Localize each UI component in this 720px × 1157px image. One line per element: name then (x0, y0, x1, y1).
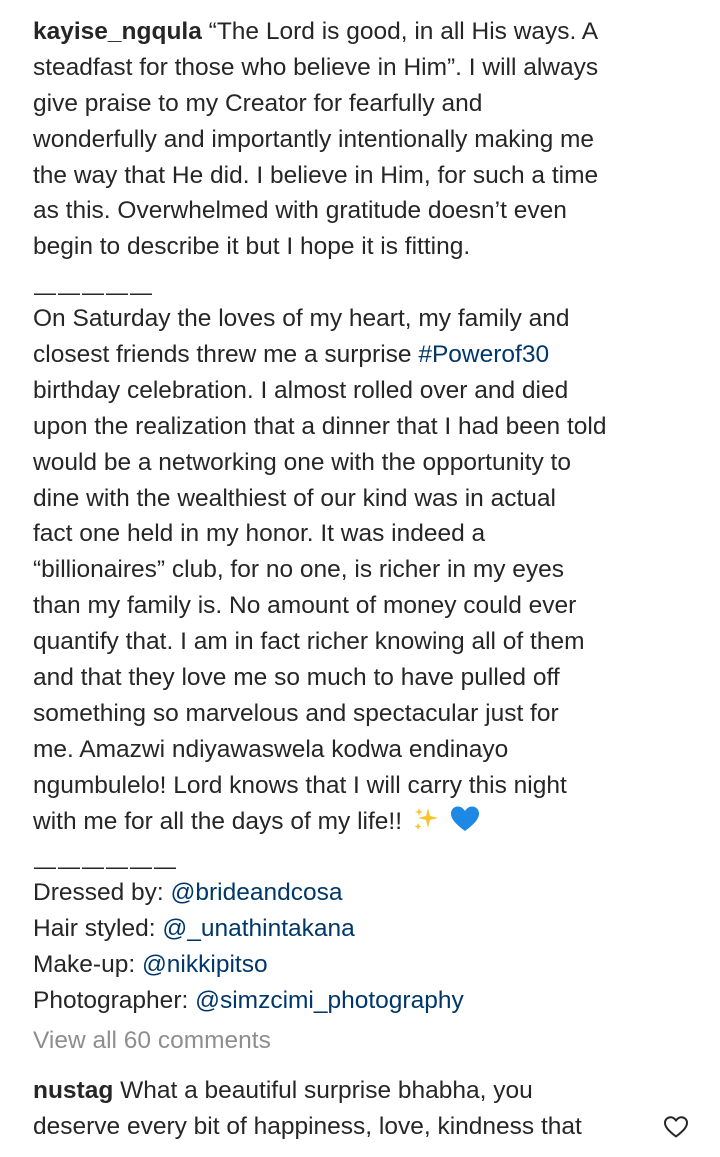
comment-line: nustag What a beautiful surprise bhabha,… (33, 1073, 673, 1109)
divider-dashes: ————— (34, 280, 154, 306)
caption-line: birthday celebration. I almost rolled ov… (33, 376, 569, 404)
credit-line: Hair styled: @_unathintakana (33, 911, 701, 947)
caption-line: something so marvelous and spectacular j… (33, 699, 559, 727)
caption-line: closest friends threw me a surprise #Pow… (33, 337, 701, 373)
comment-item: nustag What a beautiful surprise bhabha,… (33, 1073, 673, 1145)
caption-line: begin to describe it but I hope it is fi… (33, 233, 471, 261)
comment-text: What a beautiful surprise bhabha, you (120, 1077, 533, 1104)
blue-heart-icon (450, 806, 479, 831)
view-all-comments-link[interactable]: View all 60 comments (33, 1027, 271, 1055)
caption-line: kayise_ngqula “The Lord is good, in all … (33, 14, 701, 50)
caption-line: would be a networking one with the oppor… (33, 448, 571, 476)
credit-line: Photographer: @simzcimi_photography (33, 983, 701, 1019)
caption-divider: ————— (33, 265, 701, 305)
caption-text: “The Lord is good, in all His ways. A (208, 18, 599, 45)
caption-line: with me for all the days of my life!! (33, 804, 701, 840)
caption-line: steadfast for those who believe in Him”.… (33, 53, 599, 81)
credit-label: Make-up: (33, 951, 142, 979)
caption-line: as this. Overwhelmed with gratitude does… (33, 197, 567, 225)
divider-dashes: —————— (34, 854, 178, 880)
hashtag-link[interactable]: #Powerof30 (418, 341, 549, 368)
heart-outline-icon[interactable] (663, 1115, 689, 1139)
mention-link[interactable]: @nikkipitso (142, 951, 268, 978)
caption-line: “billionaires” club, for no one, is rich… (33, 556, 565, 584)
caption-line: wonderfully and importantly intentionall… (33, 125, 595, 153)
comment-username[interactable]: nustag (33, 1077, 113, 1104)
caption-line: the way that He did. I believe in Him, f… (33, 161, 599, 189)
caption-username[interactable]: kayise_ngqula (33, 18, 202, 45)
caption-line: than my family is. No amount of money co… (33, 592, 577, 620)
caption-line: ngumbulelo! Lord knows that I will carry… (33, 771, 567, 799)
caption-text: closest friends threw me a surprise (33, 341, 419, 369)
mention-link[interactable]: @brideandcosa (171, 879, 343, 906)
caption-line: give praise to my Creator for fearfully … (33, 89, 483, 117)
mention-link[interactable]: @_unathintakana (162, 915, 354, 942)
post-caption: kayise_ngqula “The Lord is good, in all … (33, 14, 701, 1019)
credit-label: Hair styled: (33, 915, 163, 943)
mention-link[interactable]: @simzcimi_photography (195, 987, 464, 1014)
comment-line: deserve every bit of happiness, love, ki… (33, 1113, 582, 1140)
caption-line: dine with the wealthiest of our kind was… (33, 484, 556, 512)
caption-line: fact one held in my honor. It was indeed… (33, 520, 486, 548)
credit-label: Photographer: (33, 987, 196, 1015)
caption-text: with me for all the days of my life!! (33, 807, 402, 835)
caption-divider: —————— (33, 839, 701, 879)
sparkles-icon (414, 807, 438, 830)
caption-line: me. Amazwi ndiyawaswela kodwa endinayo (33, 735, 509, 763)
caption-line: and that they love me so much to have pu… (33, 664, 560, 692)
credit-line: Make-up: @nikkipitso (33, 947, 701, 983)
caption-line: upon the realization that a dinner that … (33, 412, 607, 440)
caption-line: quantify that. I am in fact richer knowi… (33, 628, 585, 656)
